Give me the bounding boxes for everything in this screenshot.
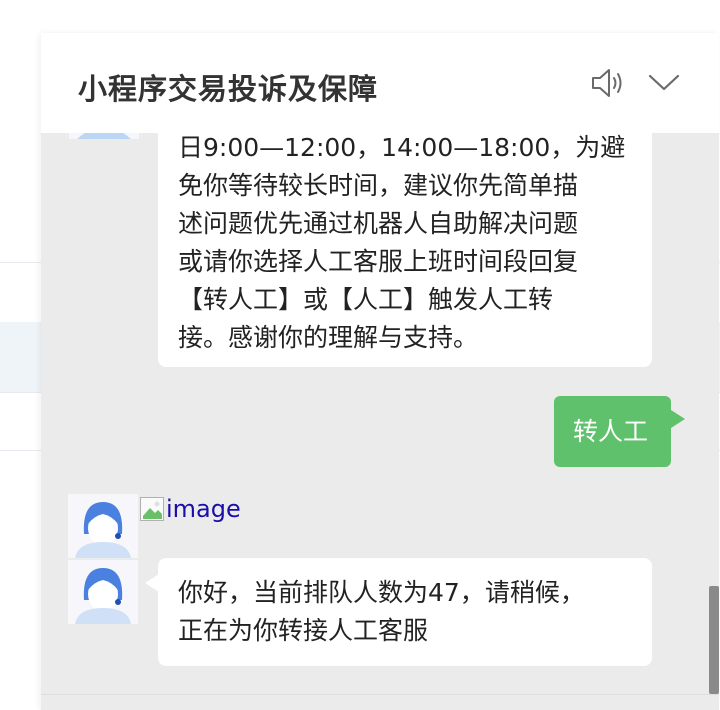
message-line: 日9:00—12:00，14:00—18:00，为避: [178, 133, 626, 162]
image-attachment[interactable]: image: [140, 495, 241, 523]
image-alt-text: image: [166, 495, 241, 523]
scrollbar-thumb[interactable]: [709, 586, 719, 694]
chat-panel: 小程序交易投诉及保障 日9:00—12:00，14:00—18:00，为避 免你…: [41, 33, 719, 710]
agent-avatar: [68, 560, 138, 624]
input-area-divider: [41, 694, 719, 695]
message-line: 述问题优先通过机器人自助解决问题: [178, 209, 579, 238]
message-bubble-outgoing: 转人工: [554, 396, 685, 467]
message-bubble-incoming: 日9:00—12:00，14:00—18:00，为避 免你等待较长时间，建议你先…: [158, 123, 652, 367]
message-line: 接。感谢你的理解与支持。: [178, 323, 479, 352]
message-list[interactable]: 日9:00—12:00，14:00—18:00，为避 免你等待较长时间，建议你先…: [41, 113, 719, 710]
bubble-tail: [671, 410, 685, 428]
message-text: 转人工: [573, 417, 649, 446]
chat-title: 小程序交易投诉及保障: [78, 72, 379, 106]
message-line: 免你等待较长时间，建议你先简单描: [178, 171, 579, 200]
bubble-tail: [145, 574, 159, 592]
chevron-down-icon[interactable]: [647, 71, 681, 95]
message-line: 【转人工】或【人工】触发人工转: [178, 285, 554, 314]
message-line: 或请你选择人工客服上班时间段回复: [178, 247, 579, 276]
message-line: 正在为你转接人工客服: [178, 616, 429, 645]
message-bubble-incoming: 你好，当前排队人数为47，请稍候， 正在为你转接人工客服: [145, 558, 652, 666]
broken-image-icon: [140, 497, 164, 521]
speaker-icon[interactable]: [590, 67, 626, 99]
chat-header: 小程序交易投诉及保障: [41, 33, 719, 133]
message-line: 你好，当前排队人数为47，请稍候，: [178, 578, 585, 607]
agent-avatar: [68, 494, 138, 558]
